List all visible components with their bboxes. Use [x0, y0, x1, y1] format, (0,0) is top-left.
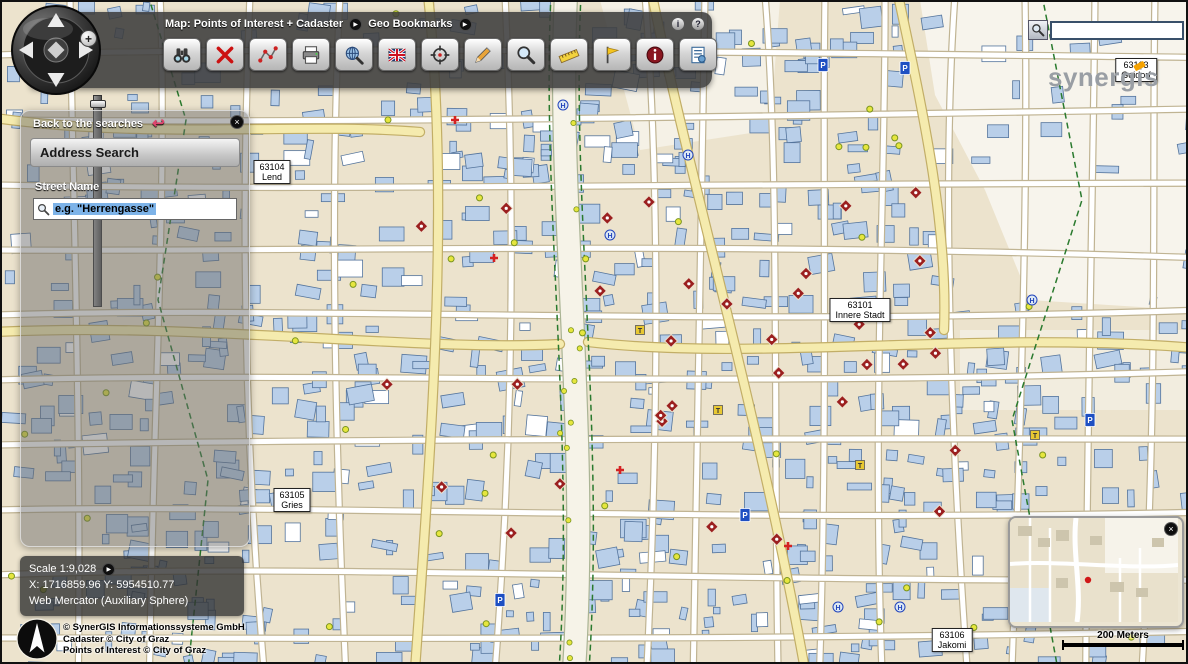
info-icon	[644, 44, 666, 66]
close-icon: ×	[1168, 524, 1173, 534]
draw-icon	[472, 44, 494, 66]
svg-text:T: T	[858, 463, 863, 470]
search-field-icon	[37, 203, 50, 216]
target-icon	[429, 44, 451, 66]
street-name-value: e.g. "Herrengasse"	[53, 203, 156, 215]
svg-text:T: T	[1033, 433, 1038, 440]
attribution-line-3: Points of Interest © City of Graz	[63, 645, 245, 657]
ruler-icon	[558, 44, 580, 66]
toolbar-buttons-row	[163, 38, 717, 71]
scale-expand-button[interactable]: ▶	[102, 563, 115, 576]
about-button[interactable]: i	[671, 17, 685, 31]
toolbar-draw-button[interactable]	[464, 38, 502, 71]
synergis-logo: synergis	[1048, 62, 1159, 93]
toolbar-ruler-button[interactable]	[550, 38, 588, 71]
print-icon	[300, 44, 322, 66]
scalebar-label: 200 Meters	[1062, 630, 1184, 641]
svg-text:H: H	[560, 103, 565, 110]
quick-search	[1028, 20, 1184, 40]
svg-text:P: P	[1087, 416, 1093, 425]
toolbar-print-button[interactable]	[292, 38, 330, 71]
street-name-input[interactable]: e.g. "Herrengasse"	[33, 198, 237, 220]
coordinates-text: X: 1716859.96 Y: 5954510.77	[29, 577, 235, 593]
help-icon: ?	[695, 18, 701, 30]
toolbar-info-button[interactable]	[636, 38, 674, 71]
svg-text:P: P	[497, 596, 503, 605]
scalebar-bar	[1062, 643, 1184, 647]
toolbar-magnifier-button[interactable]	[507, 38, 545, 71]
play-icon: ▶	[463, 21, 468, 28]
map-title: Map: Points of Interest + Cadaster	[165, 18, 343, 30]
scale-text: Scale 1:9,028	[29, 561, 96, 577]
street-name-label: Street Name	[35, 181, 249, 193]
toolbar-language-flag-button[interactable]	[378, 38, 416, 71]
synergis-emblem-icon	[16, 618, 58, 660]
toolbar-target-button[interactable]	[421, 38, 459, 71]
toolbar-flag-button[interactable]	[593, 38, 631, 71]
back-to-searches-link[interactable]: Back to the searches	[33, 118, 143, 130]
search-icon	[1031, 23, 1045, 37]
svg-text:H: H	[1029, 298, 1034, 305]
svg-text:H: H	[607, 233, 612, 240]
quick-search-button[interactable]	[1028, 20, 1048, 40]
play-icon: ▶	[106, 566, 111, 573]
zoom-slider-handle[interactable]	[90, 100, 106, 108]
projection-text: Web Mercator (Auxiliary Sphere)	[29, 593, 235, 609]
attribution: © SynerGIS Informationssysteme GmbH Cada…	[16, 618, 245, 660]
play-icon: ▶	[353, 21, 358, 28]
svg-text:P: P	[902, 64, 908, 73]
svg-text:T: T	[716, 408, 721, 415]
clear-selection-icon	[214, 44, 236, 66]
zoom-in-button[interactable]: +	[80, 30, 97, 47]
svg-text:H: H	[835, 605, 840, 612]
pan-compass[interactable]	[10, 4, 102, 96]
measure-line-icon	[257, 44, 279, 66]
toolbar-legend-button[interactable]	[679, 38, 717, 71]
magnifier-icon	[515, 44, 537, 66]
svg-text:P: P	[742, 511, 748, 520]
search-panel-close-button[interactable]: ×	[230, 115, 244, 129]
status-box: Scale 1:9,028 ▶ X: 1716859.96 Y: 5954510…	[20, 556, 244, 616]
back-arrow-icon[interactable]: ↩	[152, 118, 165, 130]
svg-text:T: T	[638, 328, 643, 335]
language-flag-icon	[386, 44, 408, 66]
attribution-line-1: © SynerGIS Informationssysteme GmbH	[63, 622, 245, 634]
close-icon: ×	[234, 117, 239, 127]
overview-map-image	[1010, 518, 1178, 622]
info-icon: i	[677, 18, 680, 30]
search-panel: × Back to the searches ↩ Address Search …	[20, 110, 250, 547]
zoom-extent-icon	[343, 44, 365, 66]
svg-text:H: H	[685, 153, 690, 160]
address-search-header[interactable]: Address Search	[30, 138, 240, 167]
map-title-expand-button[interactable]: ▶	[349, 18, 362, 31]
toolbar-top-row: Map: Points of Interest + Cadaster ▶ Geo…	[165, 17, 705, 31]
toolbar-measure-line-button[interactable]	[249, 38, 287, 71]
legend-icon	[687, 44, 709, 66]
toolbar-clear-selection-button[interactable]	[206, 38, 244, 71]
geo-bookmarks-expand-button[interactable]: ▶	[459, 18, 472, 31]
geo-bookmarks-label: Geo Bookmarks	[368, 18, 452, 30]
binoculars-icon	[171, 44, 193, 66]
overview-map[interactable]: ×	[1008, 516, 1184, 628]
toolbar: Map: Points of Interest + Cadaster ▶ Geo…	[30, 12, 712, 88]
svg-text:P: P	[820, 61, 826, 70]
scalebar: 200 Meters	[1062, 630, 1184, 647]
map-application: PPPPPHHHHHHTTTT 63104Lend63101Innere Sta…	[0, 0, 1188, 664]
quick-search-input[interactable]	[1050, 21, 1184, 40]
flag-icon	[601, 44, 623, 66]
compass-icon	[10, 4, 102, 96]
toolbar-binoculars-button[interactable]	[163, 38, 201, 71]
help-button[interactable]: ?	[691, 17, 705, 31]
back-row[interactable]: Back to the searches ↩	[33, 118, 165, 130]
overview-close-button[interactable]: ×	[1164, 522, 1178, 536]
attribution-line-2: Cadaster © City of Graz	[63, 634, 245, 646]
toolbar-zoom-extent-button[interactable]	[335, 38, 373, 71]
svg-text:H: H	[897, 605, 902, 612]
